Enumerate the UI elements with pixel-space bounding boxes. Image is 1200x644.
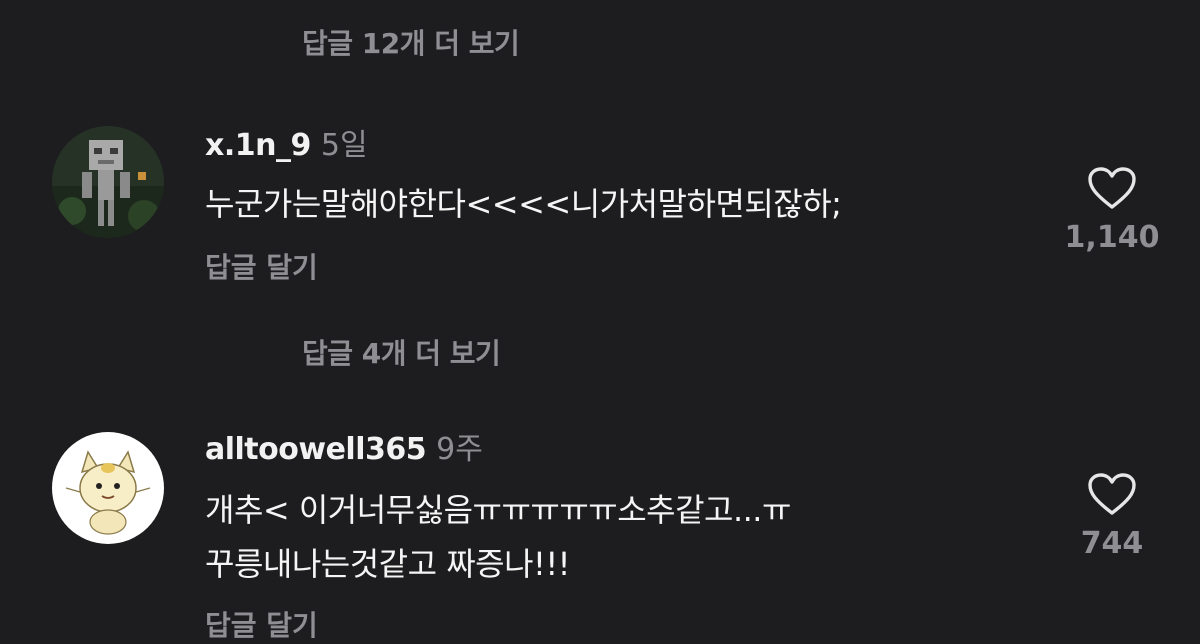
heart-outline-icon[interactable] [1087, 472, 1137, 520]
comment-text-line-2: 꾸릉내나는것같고 짜증나!!! [205, 545, 571, 583]
timestamp: 9주 [436, 432, 483, 467]
comment-text: 누군가는말해야한다<<<<니가처말하면되잖하; [205, 185, 842, 223]
reply-button[interactable]: 답글 달기 [205, 604, 318, 644]
heart-outline-icon[interactable] [1087, 166, 1137, 214]
timestamp: 5일 [320, 128, 368, 163]
like-count: 1,140 [1064, 220, 1160, 255]
avatar[interactable] [52, 432, 164, 544]
like-section: 1,140 [1062, 166, 1162, 255]
view-more-replies-button[interactable]: 답글 12개 더 보기 [302, 22, 520, 62]
reply-button[interactable]: 답글 달기 [205, 246, 318, 286]
skeleton-avatar-image [52, 126, 164, 238]
like-count: 744 [1080, 526, 1144, 561]
view-more-replies-button[interactable]: 답글 4개 더 보기 [302, 332, 501, 372]
username[interactable]: alltoowell365 [205, 432, 427, 467]
comment-meta: x.1n_9 5일 [205, 120, 368, 164]
username[interactable]: x.1n_9 [205, 128, 311, 163]
avatar[interactable] [52, 126, 164, 238]
like-section: 744 [1062, 472, 1162, 561]
comment-meta: alltoowell365 9주 [205, 424, 483, 468]
comment-text-line-1: 개추< 이거너무싫음ㅠㅠㅠㅠㅠ소추같고...ㅠ [205, 491, 791, 529]
cat-avatar-image [52, 432, 164, 544]
